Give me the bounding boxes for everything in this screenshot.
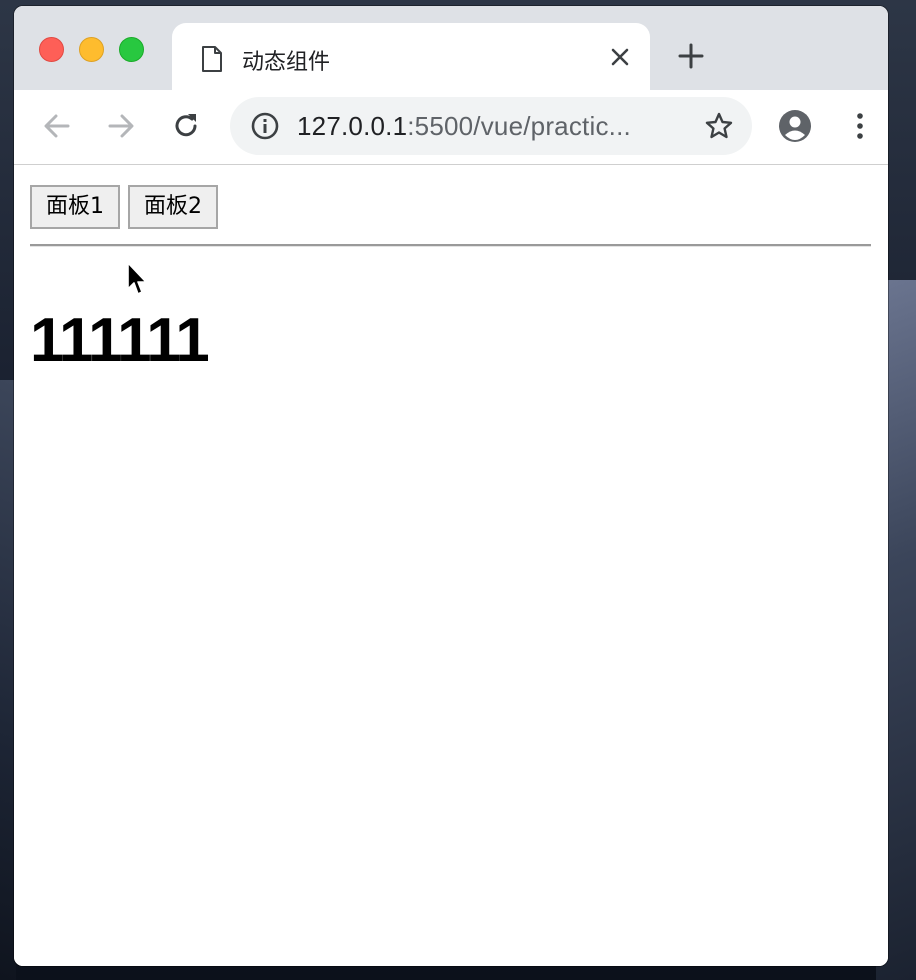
document-icon <box>202 46 222 72</box>
reload-icon[interactable] <box>169 109 203 143</box>
info-icon[interactable] <box>250 111 280 141</box>
plus-icon[interactable] <box>677 42 705 70</box>
browser-window: 动态组件 127.0.0.1:5500/vue/practic... 面板1 面… <box>14 6 888 966</box>
tab-title: 动态组件 <box>242 50 331 75</box>
panel-1-button[interactable]: 面板1 <box>30 185 120 229</box>
browser-toolbar: 127.0.0.1:5500/vue/practic... <box>14 90 888 165</box>
component-content: 111111 <box>30 306 210 375</box>
account-circle-icon[interactable] <box>778 109 812 143</box>
arrow-left-icon[interactable] <box>40 109 74 143</box>
mouse-cursor-icon <box>127 262 147 295</box>
window-zoom-button[interactable] <box>119 37 144 62</box>
close-icon[interactable] <box>608 45 632 69</box>
panel-button-row: 面板1 面板2 <box>30 185 226 229</box>
star-icon[interactable] <box>704 111 734 141</box>
tab-strip: 动态组件 <box>14 6 888 90</box>
url-text[interactable]: 127.0.0.1:5500/vue/practic... <box>297 111 631 142</box>
panel-2-button[interactable]: 面板2 <box>128 185 218 229</box>
window-minimize-button[interactable] <box>79 37 104 62</box>
url-host: 127.0.0.1 <box>297 111 408 141</box>
arrow-right-icon[interactable] <box>104 109 138 143</box>
address-bar[interactable]: 127.0.0.1:5500/vue/practic... <box>230 97 752 155</box>
window-close-button[interactable] <box>39 37 64 62</box>
page-content: 面板1 面板2 111111 <box>14 165 888 966</box>
tab-active[interactable]: 动态组件 <box>172 23 650 90</box>
url-path: :5500/vue/practic... <box>407 111 631 141</box>
divider <box>30 244 871 247</box>
kebab-menu-icon[interactable] <box>843 109 877 143</box>
